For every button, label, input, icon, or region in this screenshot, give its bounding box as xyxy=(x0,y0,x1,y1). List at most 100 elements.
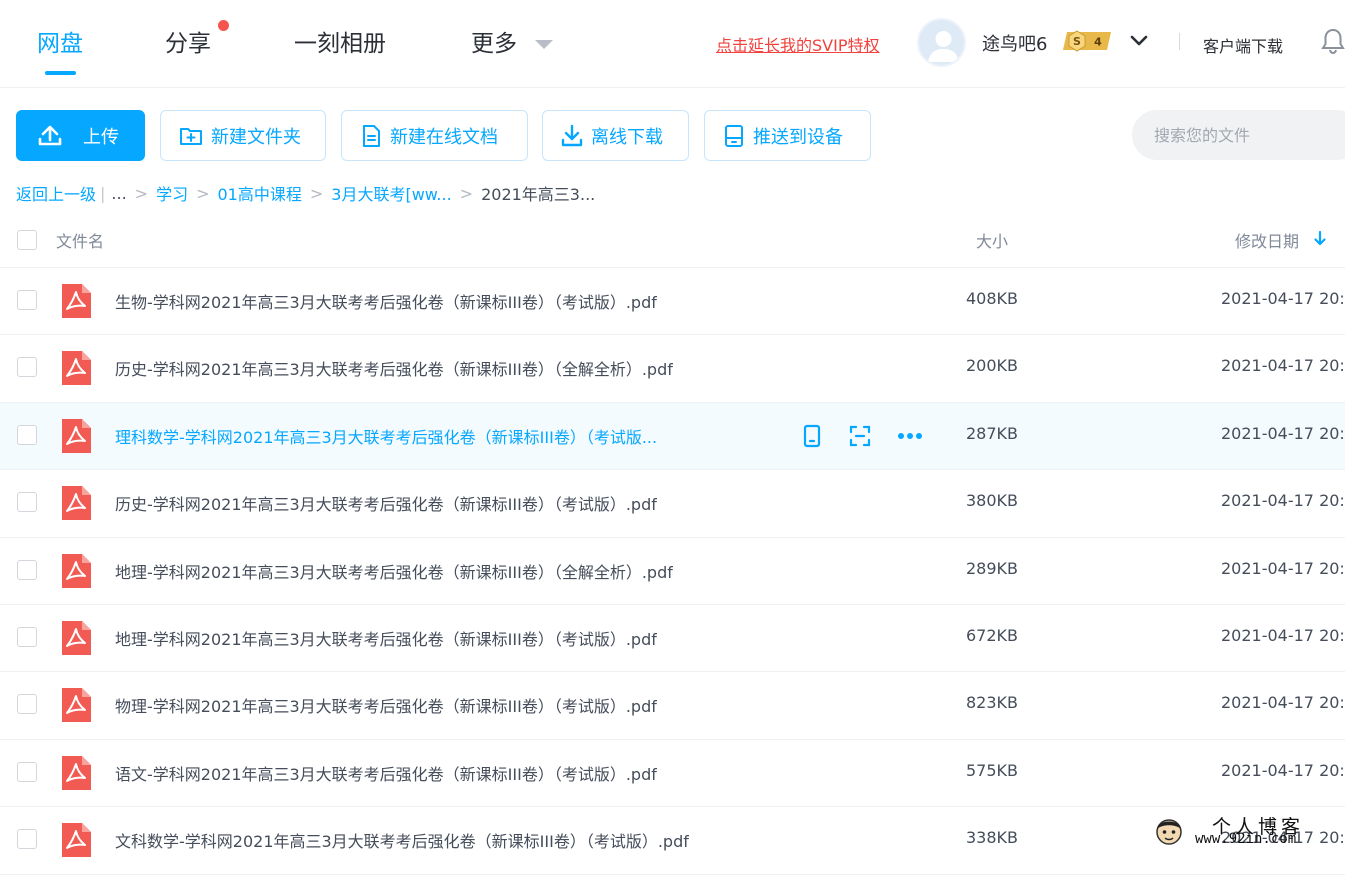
file-name[interactable]: 地理-学科网2021年高三3月大联考考后强化卷（新课标III卷）（全解全析）.p… xyxy=(115,559,673,583)
row-checkbox[interactable] xyxy=(17,290,37,310)
file-size: 672KB xyxy=(966,625,1019,645)
row-checkbox[interactable] xyxy=(17,694,37,715)
row-checkbox[interactable] xyxy=(17,424,37,445)
pdf-file-icon xyxy=(59,417,93,455)
row-checkbox[interactable] xyxy=(17,559,37,580)
pdf-file-icon xyxy=(59,619,93,657)
divider xyxy=(1179,33,1180,50)
search-input[interactable] xyxy=(1154,125,1334,145)
row-checkbox[interactable] xyxy=(17,626,37,647)
file-name[interactable]: 语文-学科网2021年高三3月大联考考后强化卷（新课标III卷）（考试版）.pd… xyxy=(115,761,657,785)
column-header-size[interactable]: 大小 xyxy=(976,228,1008,252)
breadcrumb-current: 2021年高三3... xyxy=(481,185,596,204)
top-navigation-bar: 网盘 分享 一刻相册 更多 点击延长我的SVIP特权 途鸟吧6 S 4 客户端下… xyxy=(0,0,1345,88)
blog-watermark: 个人博客 www.92in.com xyxy=(1150,812,1345,852)
file-name[interactable]: 地理-学科网2021年高三3月大联考考后强化卷（新课标III卷）（考试版）.pd… xyxy=(115,626,657,650)
tab-share[interactable]: 分享 xyxy=(165,24,211,58)
breadcrumb-back-link[interactable]: 返回上一级 xyxy=(16,181,96,205)
file-row[interactable]: 地理-学科网2021年高三3月大联考考后强化卷（新课标III卷）（全解全析）.p… xyxy=(0,538,1345,605)
notification-dot xyxy=(218,20,229,31)
file-date: 2021-04-17 20:5 xyxy=(1221,558,1345,578)
file-date: 2021-04-17 20:5 xyxy=(1221,356,1345,376)
file-row[interactable]: 历史-学科网2021年高三3月大联考考后强化卷（新课标III卷）（考试版）.pd… xyxy=(0,470,1345,538)
sort-desc-arrow-icon[interactable] xyxy=(1313,230,1327,247)
file-size: 289KB xyxy=(966,558,1019,578)
file-row[interactable]: 地理-学科网2021年高三3月大联考考后强化卷（新课标III卷）（考试版）.pd… xyxy=(0,605,1345,673)
file-table-header: 文件名 大小 修改日期 xyxy=(0,213,1345,268)
file-size: 338KB xyxy=(966,828,1019,848)
row-checkbox[interactable] xyxy=(17,761,37,782)
new-online-doc-label: 新建在线文档 xyxy=(390,126,498,148)
file-name[interactable]: 生物-学科网2021年高三3月大联考考后强化卷（新课标III卷）（考试版）.pd… xyxy=(115,289,657,313)
more-dots-icon[interactable] xyxy=(897,424,923,448)
new-folder-button[interactable]: 新建文件夹 xyxy=(160,110,326,161)
push-to-device-button[interactable]: 推送到设备 xyxy=(704,110,871,161)
file-date: 2021-04-17 20:5 xyxy=(1221,760,1345,780)
file-name[interactable]: 历史-学科网2021年高三3月大联考考后强化卷（新课标III卷）（全解全析）.p… xyxy=(115,356,673,380)
file-date: 2021-04-17 20:5 xyxy=(1221,625,1345,645)
file-size: 200KB xyxy=(966,356,1019,376)
tab-album[interactable]: 一刻相册 xyxy=(294,24,386,58)
file-size: 575KB xyxy=(966,760,1019,780)
user-silhouette-icon xyxy=(928,31,959,62)
select-all-checkbox[interactable] xyxy=(17,230,37,250)
offline-download-button[interactable]: 离线下载 xyxy=(542,110,689,161)
pdf-file-icon xyxy=(59,754,93,792)
file-name[interactable]: 文科数学-学科网2021年高三3月大联考考后强化卷（新课标III卷）（考试版）.… xyxy=(115,828,689,852)
svip-letter: S xyxy=(1073,35,1081,48)
file-row[interactable]: 语文-学科网2021年高三3月大联考考后强化卷（新课标III卷）（考试版）.pd… xyxy=(0,740,1345,808)
row-checkbox[interactable] xyxy=(17,492,37,513)
column-header-date[interactable]: 修改日期 xyxy=(1235,228,1299,252)
push-to-device-label: 推送到设备 xyxy=(753,126,843,148)
file-row[interactable]: 文科数学-学科网2021年高三3月大联考考后强化卷（新课标III卷）（考试版）.… xyxy=(0,807,1345,875)
upload-label: 上传 xyxy=(83,126,119,148)
breadcrumb-item-study[interactable]: 学习 xyxy=(156,181,188,205)
file-row[interactable]: 理科数学-学科网2021年高三3月大联考考后强化卷（新课标III卷）（考试版..… xyxy=(0,402,1345,471)
bell-icon[interactable] xyxy=(1321,27,1345,55)
svip-level: 4 xyxy=(1094,36,1102,49)
svip-promo-link[interactable]: 点击延长我的SVIP特权 xyxy=(716,32,879,56)
download-icon xyxy=(561,124,583,146)
file-row[interactable]: 历史-学科网2021年高三3月大联考考后强化卷（新课标III卷）（全解全析）.p… xyxy=(0,335,1345,403)
pdf-file-icon xyxy=(59,484,93,522)
row-checkbox[interactable] xyxy=(17,357,37,378)
file-date: 2021-04-17 20:5 xyxy=(1221,289,1345,308)
file-name[interactable]: 历史-学科网2021年高三3月大联考考后强化卷（新课标III卷）（考试版）.pd… xyxy=(115,491,657,515)
client-download-link[interactable]: 客户端下载 xyxy=(1203,33,1283,57)
document-icon xyxy=(363,124,380,147)
offline-download-label: 离线下载 xyxy=(591,126,663,148)
avatar[interactable] xyxy=(917,18,966,67)
file-row[interactable]: 物理-学科网2021年高三3月大联考考后强化卷（新课标III卷）（考试版）.pd… xyxy=(0,672,1345,740)
pdf-file-icon xyxy=(59,686,93,724)
phone-icon[interactable] xyxy=(801,424,823,448)
file-row[interactable]: 生物-学科网2021年高三3月大联考考后强化卷（新课标III卷）（考试版）.pd… xyxy=(0,268,1345,336)
username[interactable]: 途鸟吧6 xyxy=(982,30,1047,56)
active-tab-indicator xyxy=(45,71,76,75)
file-name[interactable]: 理科数学-学科网2021年高三3月大联考考后强化卷（新课标III卷）（考试版..… xyxy=(115,424,657,448)
tab-more[interactable]: 更多 xyxy=(471,24,517,58)
row-action-group xyxy=(801,424,949,448)
qr-share-icon[interactable] xyxy=(849,424,871,448)
file-date: 2021-04-17 20:5 xyxy=(1221,693,1345,713)
breadcrumb-ellipsis[interactable]: ... xyxy=(111,184,126,203)
file-date: 2021-04-17 20:5 xyxy=(1221,423,1345,443)
file-size: 380KB xyxy=(966,491,1019,511)
pdf-file-icon xyxy=(59,349,93,387)
new-folder-label: 新建文件夹 xyxy=(211,126,301,148)
chevron-down-icon[interactable] xyxy=(1130,33,1148,47)
pdf-file-icon xyxy=(59,282,93,320)
caret-down-icon[interactable] xyxy=(535,40,553,49)
upload-button[interactable]: 上传 xyxy=(16,110,145,161)
new-online-doc-button[interactable]: 新建在线文档 xyxy=(341,110,528,161)
breadcrumb-pipe: | xyxy=(100,183,106,203)
file-date: 2021-04-17 20:5 xyxy=(1221,491,1345,511)
column-header-name[interactable]: 文件名 xyxy=(56,228,104,252)
breadcrumb-item-highschool[interactable]: 01高中课程 xyxy=(218,181,302,205)
pdf-file-icon xyxy=(59,552,93,590)
breadcrumb-item-march-exam[interactable]: 3月大联考[ww... xyxy=(331,181,451,205)
file-name[interactable]: 物理-学科网2021年高三3月大联考考后强化卷（新课标III卷）（考试版）.pd… xyxy=(115,693,657,717)
row-checkbox[interactable] xyxy=(17,829,37,850)
tab-netdisk[interactable]: 网盘 xyxy=(37,24,83,58)
file-list: 生物-学科网2021年高三3月大联考考后强化卷（新课标III卷）（考试版）.pd… xyxy=(0,268,1345,875)
new-folder-icon xyxy=(180,127,202,145)
